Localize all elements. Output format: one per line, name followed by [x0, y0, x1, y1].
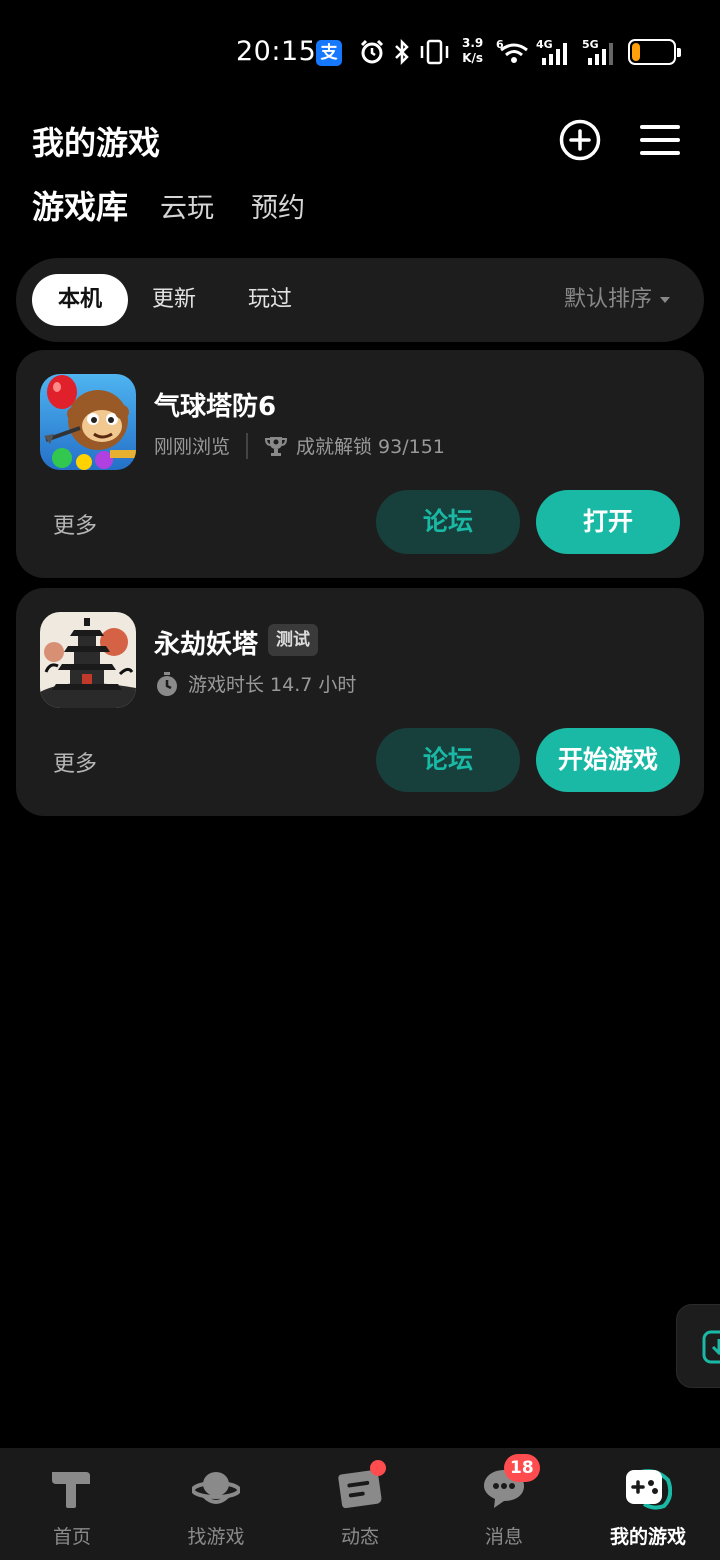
- sort-dropdown[interactable]: 默认排序: [564, 274, 670, 326]
- tab-label: 游戏库: [32, 188, 129, 226]
- open-button[interactable]: 打开: [536, 490, 680, 554]
- feed-notification-dot: [370, 1460, 386, 1476]
- game-card[interactable]: 气球塔防6 刚刚浏览 成就解锁 93/151 更多 论坛 打开: [16, 350, 704, 578]
- messages-badge: 18: [504, 1454, 540, 1482]
- planet-icon: [192, 1472, 240, 1504]
- forum-button[interactable]: 论坛: [376, 490, 520, 554]
- bottom-nav: 首页 找游戏 动态 消息 我的游戏 18: [0, 1448, 720, 1560]
- forum-button[interactable]: 论坛: [376, 728, 520, 792]
- nav-find-games[interactable]: 找游戏: [144, 1448, 288, 1560]
- start-game-button[interactable]: 开始游戏: [536, 728, 680, 792]
- meta-divider: [246, 432, 249, 459]
- trophy-icon: [265, 436, 288, 456]
- menu-button[interactable]: [640, 122, 680, 158]
- filter-local[interactable]: 本机: [32, 274, 128, 326]
- game-icon-eternal-tower: [40, 612, 136, 708]
- stopwatch-icon: [157, 671, 177, 696]
- alipay-icon: 支: [316, 40, 342, 66]
- more-button[interactable]: 更多: [53, 508, 97, 540]
- game-meta: 游戏时长 14.7 小时: [154, 670, 356, 697]
- game-card[interactable]: 永劫妖塔 测试 游戏时长 14.7 小时 更多 论坛 开始游戏: [16, 588, 704, 816]
- wifi-icon: 6: [496, 38, 528, 63]
- game-meta: 刚刚浏览 成就解锁 93/151: [154, 432, 445, 459]
- status-time: 20:15: [236, 36, 317, 67]
- status-bar: 20:15 支 3.9 K/s 6 4G 5G 11: [0, 30, 720, 76]
- more-button[interactable]: 更多: [53, 746, 97, 778]
- alarm-icon: [360, 39, 384, 64]
- nav-label: 动态: [340, 1526, 379, 1548]
- play-time: 游戏时长 14.7 小时: [188, 674, 357, 696]
- game-name: 永劫妖塔: [154, 630, 259, 660]
- net-speed-value: 3.9: [462, 36, 484, 50]
- tab-reservations[interactable]: 预约: [251, 186, 305, 225]
- vibrate-icon: [420, 39, 449, 65]
- sim1-label: 4G: [536, 38, 553, 51]
- achievements: 成就解锁 93/151: [296, 436, 445, 458]
- home-hammer-icon: [52, 1472, 90, 1508]
- tab-cloud-play[interactable]: 云玩: [160, 186, 214, 225]
- nav-label: 消息: [484, 1526, 523, 1548]
- net-speed-unit: K/s: [462, 51, 484, 65]
- net-speed: 3.9 K/s: [462, 36, 483, 66]
- tab-label: 云玩: [160, 193, 214, 224]
- hamburger-menu-icon: [640, 125, 680, 155]
- sort-label: 默认排序: [563, 287, 652, 312]
- game-icon-bloons: [40, 374, 136, 470]
- test-badge: 测试: [268, 624, 318, 656]
- caret-down-icon: [660, 297, 670, 303]
- battery-level: 11: [640, 42, 664, 61]
- filter-bar: 本机 更新 玩过 默认排序: [16, 258, 704, 342]
- nav-my-games[interactable]: 我的游戏: [576, 1448, 720, 1560]
- filter-played[interactable]: 玩过: [248, 274, 292, 326]
- download-icon: [702, 1330, 720, 1364]
- nav-label: 首页: [52, 1526, 91, 1548]
- bluetooth-icon: [395, 38, 409, 66]
- tab-game-library[interactable]: 游戏库: [30, 182, 131, 228]
- plus-circle-icon: [559, 119, 601, 161]
- signal-4g-icon: 4G: [536, 38, 567, 65]
- nav-label: 我的游戏: [609, 1526, 686, 1548]
- last-viewed: 刚刚浏览: [154, 436, 231, 458]
- add-game-button[interactable]: [558, 118, 602, 162]
- filter-updates[interactable]: 更新: [152, 274, 196, 326]
- sim2-label: 5G: [582, 38, 599, 51]
- nav-label: 找游戏: [187, 1526, 245, 1548]
- nav-feed[interactable]: 动态: [288, 1448, 432, 1560]
- gamepad-icon: [626, 1469, 672, 1510]
- tab-label: 预约: [251, 193, 305, 224]
- battery-icon: 11: [628, 39, 681, 65]
- signal-5g-icon: 5G: [582, 38, 613, 65]
- page-title: 我的游戏: [32, 124, 161, 162]
- nav-home[interactable]: 首页: [0, 1448, 144, 1560]
- download-manager-tab[interactable]: [676, 1304, 720, 1388]
- game-name: 气球塔防6: [154, 392, 277, 422]
